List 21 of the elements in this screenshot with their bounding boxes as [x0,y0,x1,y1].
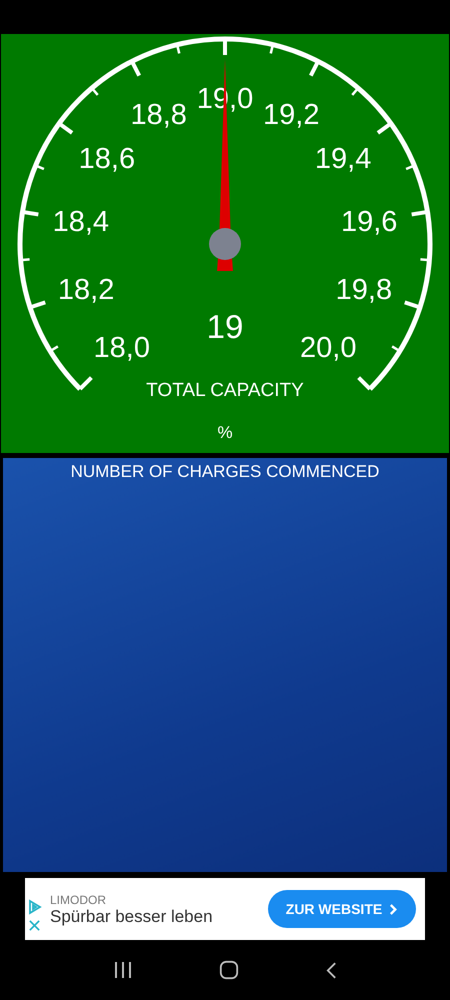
scale-label: 18,0 [94,332,150,364]
scale-label: 19,2 [263,98,320,131]
scale-label: 20,0 [300,332,356,364]
gauge-title: TOTAL CAPACITY [146,380,304,401]
panel-title: NUMBER OF CHARGES COMMENCED [70,462,380,482]
scale-label: 19,4 [314,143,372,176]
website-button[interactable]: ZUR WEBSITE [268,890,416,928]
scale-label: 19,8 [336,274,392,306]
back-icon[interactable] [326,960,337,980]
scale-label: 19,6 [340,206,398,238]
scale-label: 18,2 [58,274,114,306]
recent-apps-icon[interactable] [113,961,134,979]
unit-label: % [217,423,233,442]
chevron-icon [389,902,398,916]
scale-label: 18,4 [52,206,110,238]
scale-label: 18,6 [78,143,136,176]
gauge-reading: 19 [206,308,244,345]
ad-headline: Spürbar besser leben [50,907,213,927]
advertiser-name: LIMODOR [50,893,106,907]
scale-label: 18,8 [130,98,187,131]
home-icon[interactable] [219,960,240,980]
